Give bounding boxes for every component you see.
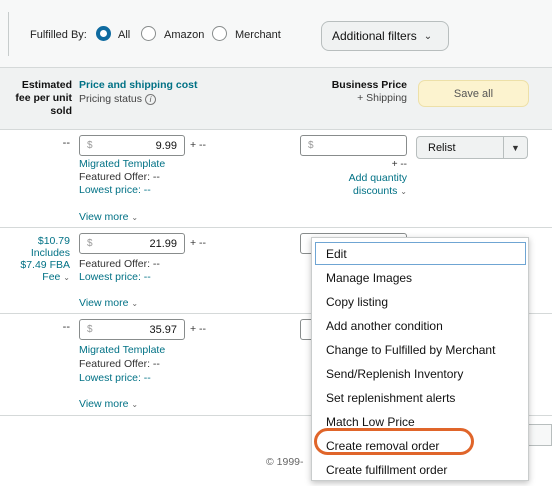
info-icon[interactable]: i xyxy=(145,93,157,105)
currency-symbol: $ xyxy=(87,324,93,335)
currency-symbol: $ xyxy=(87,238,93,249)
lowest-price-link[interactable]: Lowest price: -- xyxy=(79,271,151,283)
fee-value: -- xyxy=(62,321,70,333)
featured-offer: Featured Offer: -- xyxy=(79,358,160,370)
featured-offer: Featured Offer: -- xyxy=(79,258,160,270)
view-more-label: View more xyxy=(79,211,129,223)
fulfilled-by-label: Fulfilled By: xyxy=(30,29,87,41)
divider xyxy=(8,12,9,56)
fee-column-header: Estimated fee per unit sold xyxy=(4,79,72,118)
currency-symbol: $ xyxy=(308,140,314,151)
business-shipping: + -- xyxy=(391,159,407,170)
pagination-button[interactable] xyxy=(528,424,552,446)
radio-merchant-label[interactable]: Merchant xyxy=(235,29,281,41)
qty-line: Add quantity xyxy=(348,172,407,184)
shipping-plus: + -- xyxy=(190,237,207,249)
shipping-plus: + -- xyxy=(190,139,207,151)
qty-line: discounts xyxy=(353,185,398,197)
fee-header-line: sold xyxy=(50,105,72,117)
radio-amazon[interactable] xyxy=(141,26,156,41)
price-input[interactable]: $ 35.97 xyxy=(79,319,185,340)
chevron-down-icon[interactable]: ▼ xyxy=(503,137,527,158)
view-more-link[interactable]: View more ⌄ xyxy=(79,211,138,223)
fee-header-line: Estimated xyxy=(21,79,72,91)
filter-bar: Fulfilled By: All Amazon Merchant Additi… xyxy=(0,0,552,68)
fee-header-line: fee per unit xyxy=(15,92,72,104)
menu-item-add-condition[interactable]: Add another condition xyxy=(312,314,528,337)
price-value: 35.97 xyxy=(149,324,177,336)
menu-item-manage-images[interactable]: Manage Images xyxy=(312,266,528,289)
business-price-header: Business Price + Shipping xyxy=(300,79,407,105)
add-quantity-discounts-link[interactable]: Add quantity discounts ⌄ xyxy=(300,172,407,198)
fee-line: $10.79 xyxy=(37,235,70,247)
radio-merchant[interactable] xyxy=(212,26,227,41)
chevron-down-icon: ⌄ xyxy=(423,30,433,42)
chevron-down-icon: ⌄ xyxy=(131,299,139,308)
menu-item-replenishment-alerts[interactable]: Set replenishment alerts xyxy=(312,386,528,409)
save-all-button[interactable]: Save all xyxy=(418,80,529,107)
view-more-link[interactable]: View more ⌄ xyxy=(79,297,138,309)
fee-line: Includes xyxy=(30,247,70,259)
migrated-template-link[interactable]: Migrated Template xyxy=(79,344,165,356)
chevron-down-icon: ⌄ xyxy=(131,213,139,222)
additional-filters-label: Additional filters xyxy=(332,29,417,43)
relist-dropdown[interactable]: Relist ▼ xyxy=(416,136,528,159)
table-header: Estimated fee per unit sold Price and sh… xyxy=(0,68,552,130)
menu-item-edit[interactable]: Edit xyxy=(315,242,526,265)
menu-item-change-to-fbm[interactable]: Change to Fulfilled by Merchant xyxy=(312,338,528,361)
fee-line: Fee xyxy=(42,271,61,283)
lowest-price-link[interactable]: Lowest price: -- xyxy=(79,184,151,196)
pricing-status-header: Pricing status i xyxy=(79,93,157,105)
copyright: © 1999- xyxy=(266,456,304,468)
pricing-status-label: Pricing status xyxy=(79,93,143,105)
menu-item-create-fulfillment-order[interactable]: Create fulfillment order xyxy=(312,458,528,481)
radio-all-label[interactable]: All xyxy=(118,29,130,41)
fee-breakdown-link[interactable]: $10.79 Includes $7.49 FBA Fee ⌄ xyxy=(4,235,70,284)
shipping-plus: + -- xyxy=(190,323,207,335)
highlight-ring xyxy=(314,428,474,455)
price-input[interactable]: $ 21.99 xyxy=(79,233,185,254)
additional-filters-button[interactable]: Additional filters ⌄ xyxy=(321,21,449,51)
plus-shipping-label: + Shipping xyxy=(357,92,407,104)
radio-all[interactable] xyxy=(96,26,111,41)
price-column-header[interactable]: Price and shipping cost xyxy=(79,79,197,91)
view-more-link[interactable]: View more ⌄ xyxy=(79,398,138,410)
chevron-down-icon: ⌄ xyxy=(131,400,139,409)
fee-value: -- xyxy=(62,137,70,149)
table-row: -- $ 9.99 + -- Migrated Template Feature… xyxy=(0,130,552,228)
view-more-label: View more xyxy=(79,398,129,410)
currency-symbol: $ xyxy=(87,140,93,151)
featured-offer: Featured Offer: -- xyxy=(79,171,160,183)
price-value: 21.99 xyxy=(149,238,177,250)
business-price-label: Business Price xyxy=(331,79,407,91)
price-value: 9.99 xyxy=(155,140,177,152)
menu-item-send-replenish[interactable]: Send/Replenish Inventory xyxy=(312,362,528,385)
view-more-label: View more xyxy=(79,297,129,309)
chevron-down-icon: ⌄ xyxy=(400,187,407,196)
chevron-down-icon: ⌄ xyxy=(63,273,70,282)
relist-label[interactable]: Relist xyxy=(417,137,503,158)
lowest-price-link[interactable]: Lowest price: -- xyxy=(79,372,151,384)
fee-line: $7.49 FBA xyxy=(20,259,70,271)
radio-amazon-label[interactable]: Amazon xyxy=(164,29,204,41)
price-input[interactable]: $ 9.99 xyxy=(79,135,185,156)
business-price-input[interactable]: $ xyxy=(300,135,407,156)
menu-item-copy-listing[interactable]: Copy listing xyxy=(312,290,528,313)
migrated-template-link[interactable]: Migrated Template xyxy=(79,158,165,170)
